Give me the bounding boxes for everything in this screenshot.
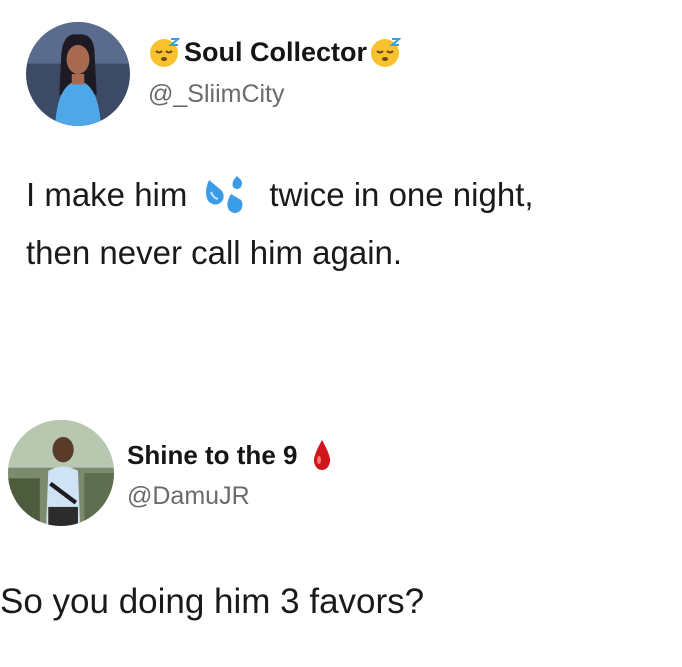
tweet-text-part: twice in one night, — [269, 176, 534, 213]
avatar-photo — [8, 420, 114, 526]
sleepy-face-emoji — [369, 36, 402, 68]
author-name-row[interactable]: Shine to the 9 — [127, 438, 333, 472]
avatar-photo — [26, 22, 130, 126]
tweet-screenshot: Soul Collector @_SliimCity I make him tw… — [0, 0, 682, 667]
author-name-row[interactable]: Soul Collector — [148, 36, 402, 68]
author-name: Shine to the 9 — [127, 439, 298, 470]
avatar[interactable] — [26, 22, 130, 126]
author-name: Soul Collector — [184, 36, 368, 67]
author-handle[interactable]: @DamuJR — [127, 482, 250, 511]
tweet-text-line: then never call him again. — [26, 234, 403, 271]
author-handle[interactable]: @_SliimCity — [148, 80, 285, 109]
tweet-text-line: I make him twice in one night, — [26, 172, 534, 218]
avatar[interactable] — [8, 420, 114, 526]
sleepy-face-emoji — [148, 36, 180, 68]
tweet-text-part: I make him — [26, 176, 188, 213]
drop-of-blood-emoji — [311, 438, 333, 472]
tweet-text-line: So you doing him 3 favors? — [0, 582, 425, 621]
sweat-droplets-emoji — [201, 172, 247, 218]
